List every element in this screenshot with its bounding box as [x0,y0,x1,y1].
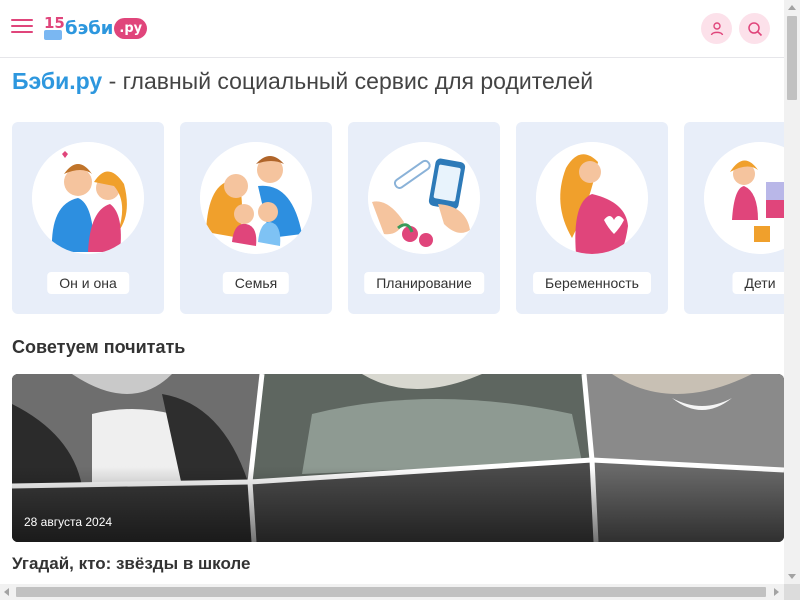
category-label: Дети [732,272,784,294]
scroll-down-arrow-icon[interactable] [788,574,796,579]
profile-button[interactable] [701,13,732,44]
category-carousel: Он и она Семья Планирование Беременность… [12,122,784,314]
scrollbar-corner [784,584,800,600]
vertical-scrollbar-thumb[interactable] [787,16,797,100]
category-label: Беременность [533,272,651,294]
page-title: Бэби.ру - главный социальный сервис для … [12,68,593,95]
search-icon [747,21,762,36]
article-title-link[interactable]: Угадай, кто: звёзды в школе [12,554,250,574]
tagline-text: - главный социальный сервис для родителе… [102,68,594,94]
article-date: 28 августа 2024 [24,515,113,529]
category-card-family[interactable]: Семья [180,122,332,314]
recommended-section-title: Советуем почитать [12,337,186,357]
scroll-right-arrow-icon[interactable] [774,588,779,596]
logo-anniversary-mark: 15 [44,14,65,42]
site-logo[interactable]: 15 бэби .ру [44,14,148,42]
scroll-up-arrow-icon[interactable] [788,5,796,10]
scroll-left-arrow-icon[interactable] [4,588,9,596]
logo-suffix: .ру [114,17,148,39]
hamburger-menu-icon[interactable] [11,19,33,37]
category-card-he-and-she[interactable]: Он и она [12,122,164,314]
photo-collage-image [12,374,784,542]
brand-name[interactable]: Бэби.ру [12,68,102,94]
family-illustration [200,142,312,254]
planning-illustration [368,142,480,254]
site-header: 15 бэби .ру [0,0,784,58]
category-card-pregnancy[interactable]: Беременность [516,122,668,314]
search-button[interactable] [739,13,770,44]
category-label: Планирование [364,272,484,294]
horizontal-scrollbar-thumb[interactable] [16,587,766,597]
horizontal-scrollbar[interactable] [0,584,784,600]
category-label: Семья [222,272,290,294]
logo-word: бэби [65,17,114,39]
category-card-kids[interactable]: Дети [684,122,784,314]
kids-illustration [704,142,784,254]
user-icon [710,21,723,35]
pregnancy-illustration [536,142,648,254]
article-cover-image[interactable] [12,374,784,542]
category-card-planning[interactable]: Планирование [348,122,500,314]
category-label: Он и она [47,272,129,294]
vertical-scrollbar[interactable] [784,0,800,584]
couple-illustration [32,142,144,254]
